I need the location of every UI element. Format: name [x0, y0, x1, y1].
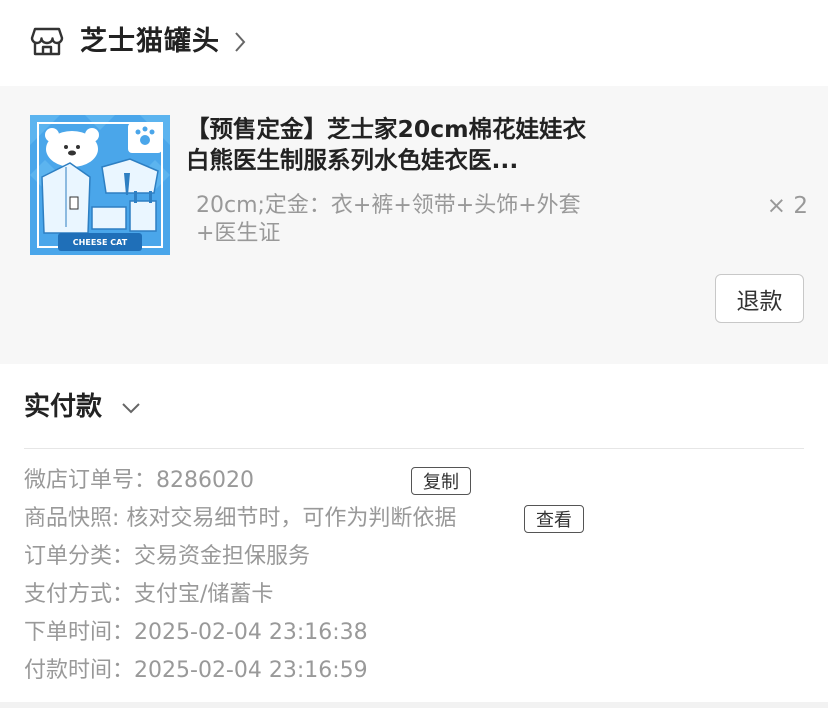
chevron-down-icon[interactable] [120, 400, 142, 416]
pay-time-value: 2025-02-04 23:16:59 [134, 658, 368, 683]
paid-amount-label: 实付款 [24, 392, 103, 422]
snapshot-row: 商品快照: 核对交易细节时，可作为判断依据 [24, 500, 456, 538]
order-time-row: 下单时间：2025-02-04 23:16:38 [24, 614, 368, 652]
order-time-label: 下单时间： [24, 620, 135, 645]
snapshot-value: 核对交易细节时，可作为判断依据 [126, 506, 457, 531]
pay-method-label: 支付方式： [24, 582, 135, 607]
order-number-row: 微店订单号：8286020 [24, 462, 254, 500]
product-quantity: × 2 [766, 193, 808, 219]
product-image: CHEESE CAT [30, 115, 170, 255]
shop-header[interactable]: 芝士猫罐头 [0, 0, 828, 86]
category-row: 订单分类：交易资金担保服务 [24, 538, 310, 576]
pay-method-value: 支付宝/储蓄卡 [134, 582, 274, 607]
category-value: 交易资金担保服务 [134, 544, 311, 569]
shop-name[interactable]: 芝士猫罐头 [80, 24, 220, 60]
refund-button[interactable]: 退款 [715, 274, 804, 323]
pay-method-row: 支付方式：支付宝/储蓄卡 [24, 576, 273, 614]
product-spec: 20cm;定金：衣+裤+领带+头饰+外套+医生证 [196, 193, 581, 246]
thumb-brand-text: CHEESE CAT [73, 238, 128, 247]
snapshot-label: 商品快照: [24, 506, 127, 531]
copy-button[interactable]: 复制 [411, 467, 471, 495]
product-section[interactable]: CHEESE CAT 【预售定金】芝士家20cm棉花娃娃衣 白熊医生制服系列水色… [0, 86, 828, 364]
shop-icon [30, 27, 64, 56]
divider [24, 448, 804, 449]
pay-time-label: 付款时间： [24, 658, 135, 683]
order-time-value: 2025-02-04 23:16:38 [134, 620, 368, 645]
order-number-label: 微店订单号： [24, 468, 157, 493]
product-title[interactable]: 【预售定金】芝士家20cm棉花娃娃衣 白熊医生制服系列水色娃衣医... [186, 114, 606, 176]
category-label: 订单分类： [24, 544, 135, 569]
view-snapshot-button[interactable]: 查看 [524, 505, 584, 533]
chevron-right-icon [235, 32, 246, 52]
pay-time-row: 付款时间：2025-02-04 23:16:59 [24, 652, 368, 690]
order-number-value: 8286020 [156, 468, 254, 493]
bottom-bar [0, 702, 828, 708]
product-thumbnail[interactable]: CHEESE CAT [30, 115, 170, 255]
paid-amount-row[interactable]: 实付款 [0, 364, 828, 450]
